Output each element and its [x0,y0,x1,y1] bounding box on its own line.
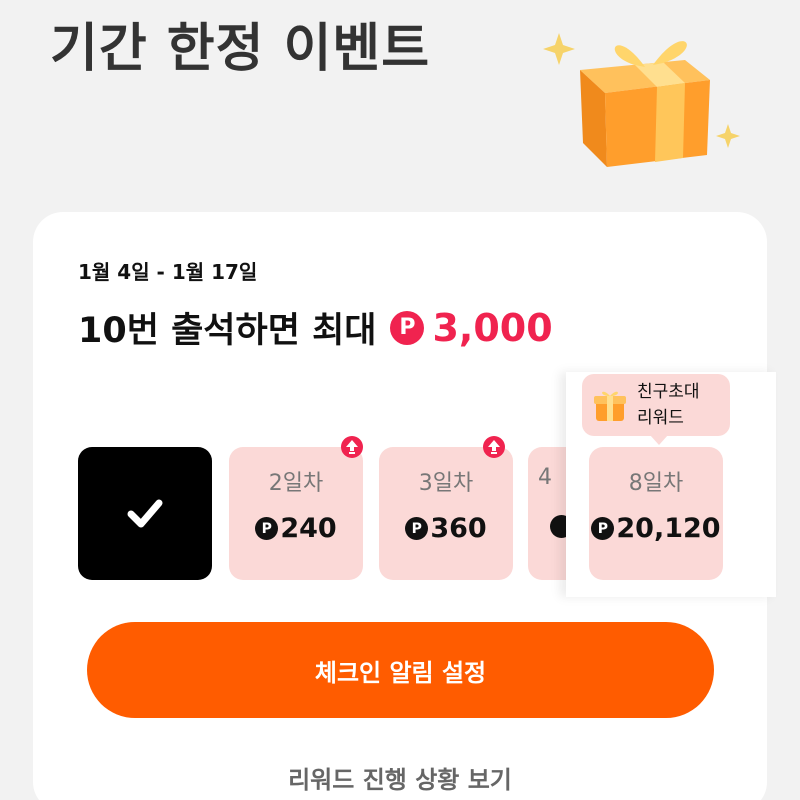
checkmark-icon [127,499,163,528]
reward-value: 20,120 [616,513,721,544]
page-title: 기간 한정 이벤트 [50,19,431,79]
point-coin-icon: P [390,310,425,345]
point-icon: P [591,517,615,540]
day-label: 4 [538,465,552,490]
tooltip-text: 친구초대 리워드 [637,379,727,431]
day-label: 8일차 [628,471,684,496]
day-card-8[interactable]: 8일차 P 20,120 [589,447,723,580]
day-label: 3일차 [418,471,474,496]
point-icon: P [405,517,429,540]
point-icon: P [255,517,279,540]
day-card-4-partial[interactable]: 4 [528,447,568,580]
reward-value: 240 [280,513,337,544]
day-card-3[interactable]: 3일차 P 360 [379,447,513,580]
day-reward: P 20,120 [589,513,723,544]
boost-up-icon [341,436,363,458]
day-card-1-checked[interactable] [78,447,212,580]
gift-box-icon [543,33,740,167]
day-reward: P 240 [229,513,363,544]
reward-value: 360 [430,513,487,544]
boost-up-icon [483,436,505,458]
headline-text: 10번 출석하면 최대 [78,311,377,351]
tooltip-line-1: 친구초대 [637,382,700,402]
day-label: 2일차 [268,471,324,496]
day-card-2[interactable]: 2일차 P 240 [229,447,363,580]
mini-gift-icon [594,391,626,421]
day-reward: P 360 [379,513,513,544]
tooltip-line-2: 리워드 [637,408,684,428]
event-headline: 10번 출석하면 최대 P 3,000 [78,302,553,353]
friend-invite-tooltip: 친구초대 리워드 [582,374,730,445]
view-progress-link[interactable]: 리워드 진행 상황 보기 [0,760,800,795]
event-date-range: 1월 4일 - 1월 17일 [78,260,258,284]
checkin-alarm-button[interactable]: 체크인 알림 설정 [87,622,714,718]
max-reward-amount: 3,000 [432,305,553,350]
